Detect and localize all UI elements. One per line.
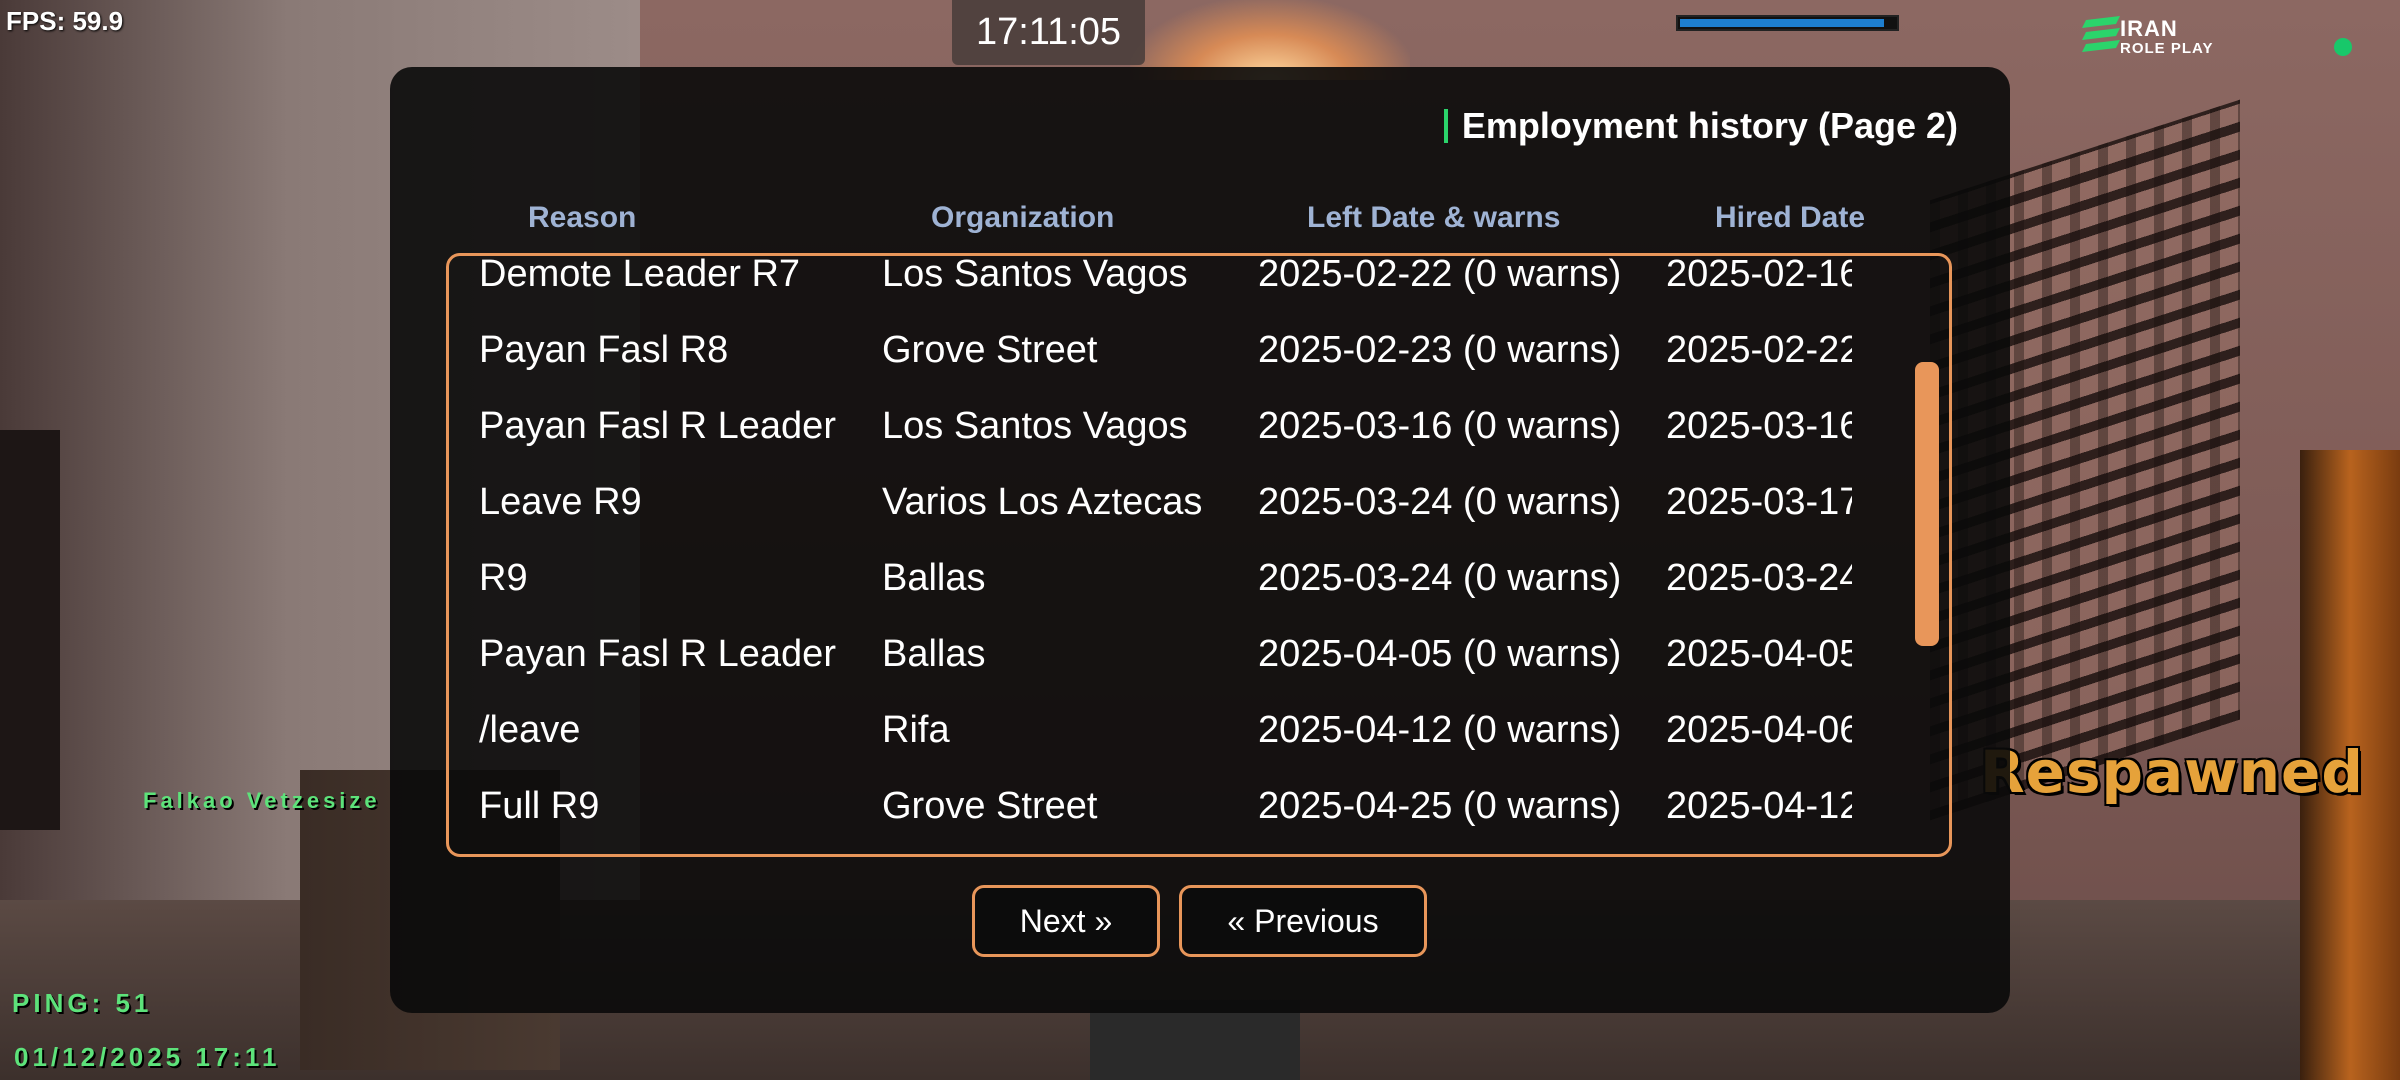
cell-hired-date: 2025-04-12: [1666, 785, 1852, 827]
cell-reason: Payan Fasl R Leader: [479, 405, 836, 447]
cell-reason: /leave: [479, 709, 581, 751]
cell-hired-date: 2025-04-05: [1666, 633, 1852, 675]
cell-organization: Rifa: [882, 709, 950, 751]
game-clock: 17:11:05: [952, 0, 1145, 65]
server-logo: IRAN ROLE PLAY: [2080, 14, 2220, 62]
fps-counter: FPS: 59.9: [6, 6, 124, 36]
player-name-tag: Falkao Vetzesize: [143, 788, 381, 813]
list-scrollbar[interactable]: [1915, 362, 1939, 646]
dialog-title: Employment history (Page 2): [1443, 105, 1958, 147]
cell-hired-date: 2025-04-06: [1666, 709, 1852, 751]
ping-counter: PING: 51: [12, 988, 153, 1018]
list-item[interactable]: Payan Fasl R Leader Ballas 2025-04-05 (0 w…: [449, 615, 1899, 691]
previous-page-button[interactable]: « Previous: [1179, 885, 1427, 957]
cell-organization: Los Santos Vagos: [882, 405, 1188, 447]
cell-left-date: 2025-03-24 (0 warns): [1258, 557, 1622, 599]
cell-left-date: 2025-02-22 (0 warns): [1258, 253, 1622, 295]
list-item[interactable]: /leave Rifa 2025-04-12 (0 warns) 2025-04-06: [449, 691, 1899, 767]
cell-reason: Payan Fasl R Leader: [479, 633, 836, 675]
list-item[interactable]: Full R9 Grove Street 2025-04-25 (0 warns) 2…: [449, 767, 1899, 843]
cell-reason: Leave R9: [479, 481, 642, 523]
dark-object: [0, 430, 60, 830]
history-rows: Demote Leader R7 Los Santos Vagos 2025-02-…: [449, 253, 1899, 843]
cell-hired-date: 2025-03-16: [1666, 405, 1852, 447]
list-item[interactable]: R9 Ballas 2025-03-24 (0 warns) 2025-03-24: [449, 539, 1899, 615]
cell-organization: Grove Street: [882, 329, 1098, 371]
cell-left-date: 2025-04-12 (0 warns): [1258, 709, 1622, 751]
logo-text-iran: IRAN: [2120, 16, 2178, 41]
cell-reason: Payan Fasl R8: [479, 329, 729, 371]
list-item[interactable]: Leave R9 Varios Los Aztecas 2025-03-24 (0 …: [449, 463, 1899, 539]
cell-organization: Grove Street: [882, 785, 1098, 827]
logo-stripes-icon: [2082, 16, 2120, 52]
health-bar: [1676, 15, 1899, 31]
cell-hired-date: 2025-02-16: [1666, 253, 1852, 295]
health-bar-fill: [1680, 19, 1885, 27]
dialog-title-text: Employment history (Page 2): [1461, 105, 1958, 146]
cell-hired-date: 2025-02-22: [1666, 329, 1852, 371]
cell-left-date: 2025-03-24 (0 warns): [1258, 481, 1622, 523]
cell-hired-date: 2025-03-17: [1666, 481, 1852, 523]
cell-left-date: 2025-04-05 (0 warns): [1258, 633, 1622, 675]
column-header-hired-date: Hired Date: [1715, 201, 1866, 234]
cell-reason: Full R9: [479, 785, 600, 827]
employment-history-dialog: Employment history (Page 2) Reason Organ…: [390, 67, 2010, 1013]
date-time: 01/12/2025 17:11: [14, 1042, 281, 1072]
list-item[interactable]: Payan Fasl R Leader Los Santos Vagos 2025-…: [449, 387, 1899, 463]
status-dot-icon: [2334, 38, 2352, 56]
column-header-organization: Organization: [931, 201, 1115, 234]
cell-organization: Ballas: [882, 633, 986, 675]
logo-text-roleplay: ROLE PLAY: [2120, 40, 2214, 57]
next-page-button[interactable]: Next »: [972, 885, 1160, 957]
column-header-left-date: Left Date & warns: [1307, 201, 1561, 234]
respawned-banner: Respawned: [1980, 738, 2364, 806]
cell-hired-date: 2025-03-24: [1666, 557, 1852, 599]
column-header-reason: Reason: [528, 201, 637, 234]
cell-organization: Los Santos Vagos: [882, 253, 1188, 295]
list-item[interactable]: Demote Leader R7 Los Santos Vagos 2025-02-…: [449, 253, 1899, 311]
cell-reason: R9: [479, 557, 528, 599]
history-list[interactable]: Demote Leader R7 Los Santos Vagos 2025-02-…: [446, 253, 1952, 857]
title-accent-bar: [1443, 109, 1448, 143]
list-item[interactable]: Payan Fasl R8 Grove Street 2025-02-23 (0 w…: [449, 311, 1899, 387]
cell-organization: Varios Los Aztecas: [882, 481, 1203, 523]
cell-left-date: 2025-03-16 (0 warns): [1258, 405, 1622, 447]
cell-reason: Demote Leader R7: [479, 253, 801, 295]
cell-organization: Ballas: [882, 557, 986, 599]
cell-left-date: 2025-02-23 (0 warns): [1258, 329, 1622, 371]
cell-left-date: 2025-04-25 (0 warns): [1258, 785, 1622, 827]
